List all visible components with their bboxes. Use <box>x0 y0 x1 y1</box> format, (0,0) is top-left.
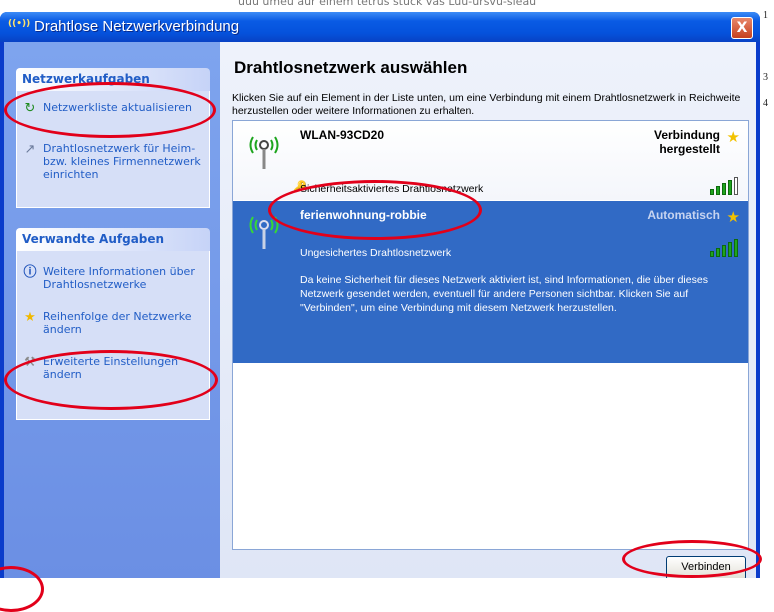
sidebar: Netzwerkaufgaben ↻ Netzwerkliste aktuali… <box>4 42 220 578</box>
network-security: Sicherheitsaktiviertes Drahtlosnetzwerk <box>300 183 484 195</box>
margin-char: 3 <box>763 72 768 83</box>
network-list: WLAN-93CD20 Verbindung hergestellt ★ 🔑 S… <box>232 120 749 550</box>
related-tasks-body: ⓘ Weitere Informationen über Drahtlosnet… <box>16 251 210 420</box>
network-ssid: WLAN-93CD20 <box>300 128 385 142</box>
network-tasks-heading[interactable]: Netzwerkaufgaben <box>16 68 210 91</box>
network-status: Verbindung hergestellt <box>654 128 720 156</box>
wireless-antenna-icon <box>249 216 279 249</box>
network-security: Ungesichertes Drahtlosnetzwerk <box>300 247 452 259</box>
network-row-selected[interactable]: ferienwohnung-robbie Automatisch ★ Unges… <box>233 201 748 363</box>
preferred-star-icon: ★ <box>726 128 740 146</box>
network-ssid: ferienwohnung-robbie <box>300 208 427 222</box>
sidebar-item-label: Reihenfolge der Netzwerke ändern <box>43 310 192 336</box>
background-right-margin: 1 3 4 <box>759 0 774 578</box>
info-icon: ⓘ <box>23 265 37 280</box>
star-icon: ★ <box>24 310 36 325</box>
background-document-strip: uuu umeu aur einem tetrus stuck vas Luu-… <box>0 0 774 12</box>
wireless-icon: ((•)) <box>8 19 31 29</box>
signal-strength-icon <box>710 175 740 195</box>
sidebar-item-refresh-list[interactable]: ↻ Netzwerkliste aktualisieren <box>17 101 196 116</box>
wireless-connection-window: ((•)) Drahtlose Netzwerkverbindung X Net… <box>0 12 760 578</box>
window-client: Netzwerkaufgaben ↻ Netzwerkliste aktuali… <box>4 42 756 578</box>
background-text: uuu umeu aur einem tetrus stuck vas Luu-… <box>238 0 537 8</box>
related-tasks-panel: Verwandte Aufgaben ⓘ Weitere Information… <box>16 228 210 420</box>
sidebar-item-label: Netzwerkliste aktualisieren <box>43 101 192 114</box>
main-panel: Drahtlosnetzwerk auswählen Klicken Sie a… <box>220 42 756 578</box>
window-title: Drahtlose Netzwerkverbindung <box>34 18 240 35</box>
page-title: Drahtlosnetzwerk auswählen <box>234 58 468 77</box>
close-button[interactable]: X <box>731 17 753 39</box>
network-tasks-panel: Netzwerkaufgaben ↻ Netzwerkliste aktuali… <box>16 68 210 208</box>
network-status: Automatisch <box>647 208 720 222</box>
page-description: Klicken Sie auf ein Element in der Liste… <box>232 92 741 117</box>
wireless-setup-icon: ↗ <box>24 142 36 157</box>
margin-char: 1 <box>763 10 768 21</box>
signal-strength-icon <box>710 237 740 257</box>
preferred-star-icon: ★ <box>726 208 740 226</box>
sidebar-item-label: Drahtlosnetzwerk für Heim- bzw. kleines … <box>43 142 201 181</box>
sidebar-item-setup-network[interactable]: ↗ Drahtlosnetzwerk für Heim- bzw. kleine… <box>17 142 209 181</box>
settings-icon: ⚒ <box>24 355 36 370</box>
title-bar[interactable]: ((•)) Drahtlose Netzwerkverbindung X <box>0 12 760 42</box>
network-row[interactable]: WLAN-93CD20 Verbindung hergestellt ★ 🔑 S… <box>233 121 748 200</box>
sidebar-item-label: Erweiterte Einstellungen ändern <box>43 355 179 381</box>
connect-button[interactable]: Verbinden <box>666 556 746 578</box>
sidebar-item-network-order[interactable]: ★ Reihenfolge der Netzwerke ändern <box>17 310 209 336</box>
sidebar-item-label: Weitere Informationen über Drahtlosnetzw… <box>43 265 195 291</box>
sidebar-item-more-info[interactable]: ⓘ Weitere Informationen über Drahtlosnet… <box>17 265 209 291</box>
wireless-antenna-icon <box>249 136 279 169</box>
sidebar-item-advanced-settings[interactable]: ⚒ Erweiterte Einstellungen ändern <box>17 355 209 381</box>
margin-char: 4 <box>763 98 768 109</box>
network-details: Da keine Sicherheit für dieses Netzwerk … <box>300 274 708 314</box>
network-tasks-body: ↻ Netzwerkliste aktualisieren ↗ Drahtlos… <box>16 91 210 208</box>
refresh-icon: ↻ <box>24 101 36 116</box>
related-tasks-heading[interactable]: Verwandte Aufgaben <box>16 228 210 251</box>
